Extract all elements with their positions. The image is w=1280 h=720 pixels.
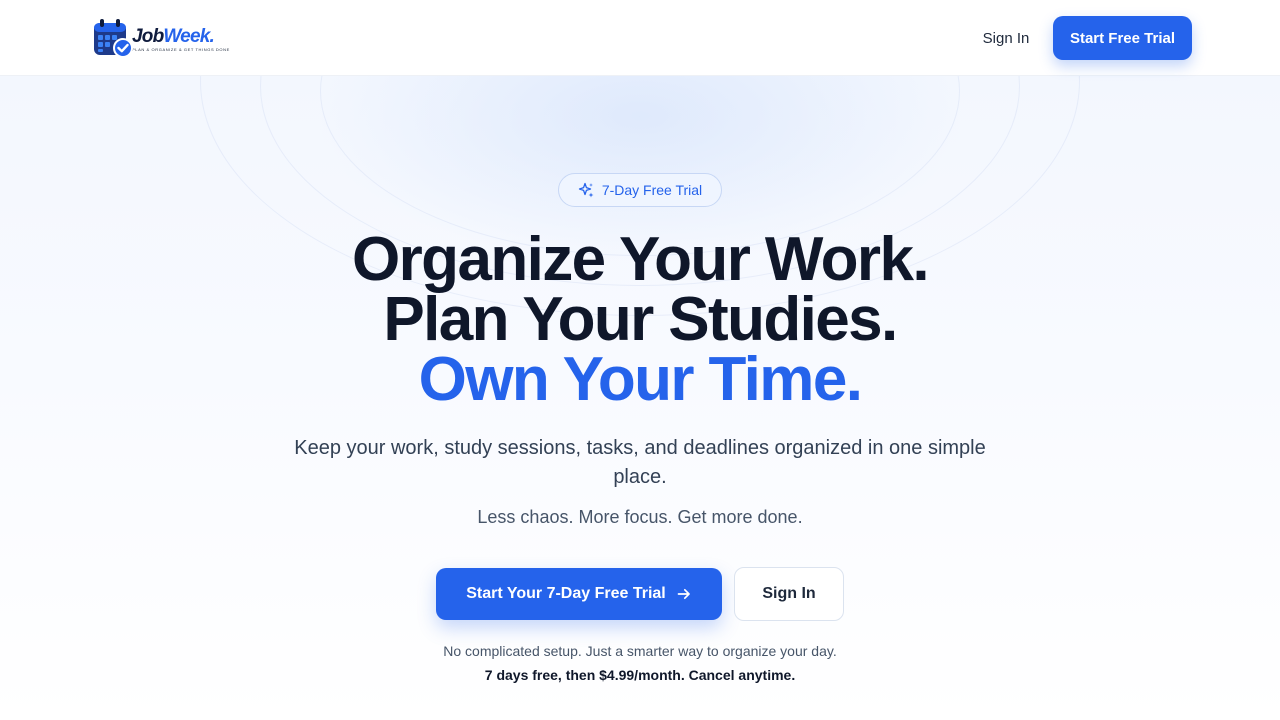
arrow-right-icon <box>677 588 690 600</box>
start-trial-cta-button[interactable]: Start Your 7-Day Free Trial <box>436 568 722 620</box>
headline-line-1: Organize Your Work. <box>352 225 930 294</box>
headline-line-3: Own Your Time. <box>418 345 863 414</box>
free-trial-badge: 7-Day Free Trial <box>558 173 722 207</box>
top-navigation: JobWeek. Plan & organize & get things do… <box>0 0 1280 76</box>
landing-page: JobWeek. Plan & organize & get things do… <box>0 0 1280 720</box>
setup-note: No complicated setup. Just a smarter way… <box>443 643 837 659</box>
brand-name-part2: Week. <box>163 25 214 47</box>
hero-sign-in-button[interactable]: Sign In <box>734 567 844 621</box>
sparkles-icon <box>578 182 594 198</box>
calendar-check-icon <box>94 19 133 58</box>
headline-line-2: Plan Your Studies. <box>383 285 898 354</box>
cta-primary-label: Start Your 7-Day Free Trial <box>466 585 666 602</box>
badge-label: 7-Day Free Trial <box>601 182 703 198</box>
hero-subtitle: Keep your work, study sessions, tasks, a… <box>294 437 986 488</box>
nav-start-free-trial-button[interactable]: Start Free Trial <box>1053 16 1192 60</box>
hero-tagline: Less chaos. More focus. Get more done. <box>477 507 803 527</box>
brand-wordmark: JobWeek. <box>132 25 230 47</box>
brand-logo[interactable]: JobWeek. Plan & organize & get things do… <box>90 16 230 60</box>
brand-name-part1: Job <box>132 25 164 47</box>
hero-headline: Organize Your Work. Plan Your Studies. O… <box>240 225 1040 414</box>
brand-tagline: Plan & organize & get things done <box>132 46 230 52</box>
pricing-note: 7 days free, then $4.99/month. Cancel an… <box>484 667 796 683</box>
nav-sign-in-link[interactable]: Sign In <box>970 24 1042 52</box>
